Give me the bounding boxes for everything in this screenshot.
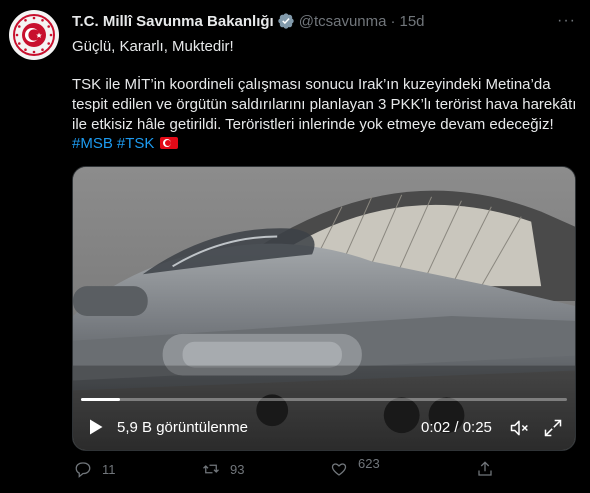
reply-icon	[75, 462, 91, 478]
tweet-header: T.C. Millî Savunma Bakanlığı @tcsavunma …	[72, 11, 425, 31]
more-options-icon[interactable]: ···	[557, 12, 576, 30]
reply-count: 11	[102, 461, 116, 477]
avatar[interactable]	[9, 10, 59, 60]
ministry-emblem-icon	[13, 14, 55, 56]
author-handle[interactable]: @tcsavunma	[299, 13, 387, 30]
retweet-count: 93	[230, 461, 245, 477]
hashtag-msb[interactable]: #MSB	[72, 135, 113, 152]
video-time: 0:02 / 0:25	[421, 419, 492, 436]
retweet-button[interactable]: 93	[202, 460, 244, 478]
like-button[interactable]: 623	[330, 456, 380, 478]
tweet-body: TSK ile MİT’in koordineli çalışması sonu…	[72, 76, 577, 133]
timestamp[interactable]: 15d	[399, 13, 424, 30]
author-name[interactable]: T.C. Millî Savunma Bakanlığı	[72, 13, 274, 30]
tweet-tagline: Güçlü, Kararlı, Muktedir!	[72, 38, 234, 55]
turkey-flag-icon	[160, 137, 179, 149]
separator-dot: ·	[390, 12, 396, 30]
share-button[interactable]	[476, 460, 494, 478]
fighter-jet-video-frame	[73, 167, 575, 450]
video-player[interactable]: 5,9 B görüntülenme 0:02 / 0:25	[72, 166, 576, 451]
view-count: 5,9 B görüntülenme	[117, 419, 248, 436]
tweet-actions: 11 93 623	[72, 456, 576, 484]
hashtag-tsk[interactable]: #TSK	[117, 135, 155, 152]
fullscreen-icon[interactable]	[543, 418, 563, 438]
like-count: 623	[358, 455, 380, 471]
heart-icon	[331, 463, 347, 476]
reply-button[interactable]: 11	[74, 460, 116, 478]
verified-badge-icon	[277, 12, 295, 30]
hashtags: #MSB #TSK	[72, 134, 179, 154]
share-icon	[478, 461, 492, 476]
play-icon[interactable]	[89, 419, 103, 435]
volume-muted-icon[interactable]	[509, 418, 529, 438]
retweet-icon	[203, 464, 219, 474]
video-progress-fill	[81, 398, 120, 401]
video-progress-bar[interactable]	[81, 398, 567, 401]
